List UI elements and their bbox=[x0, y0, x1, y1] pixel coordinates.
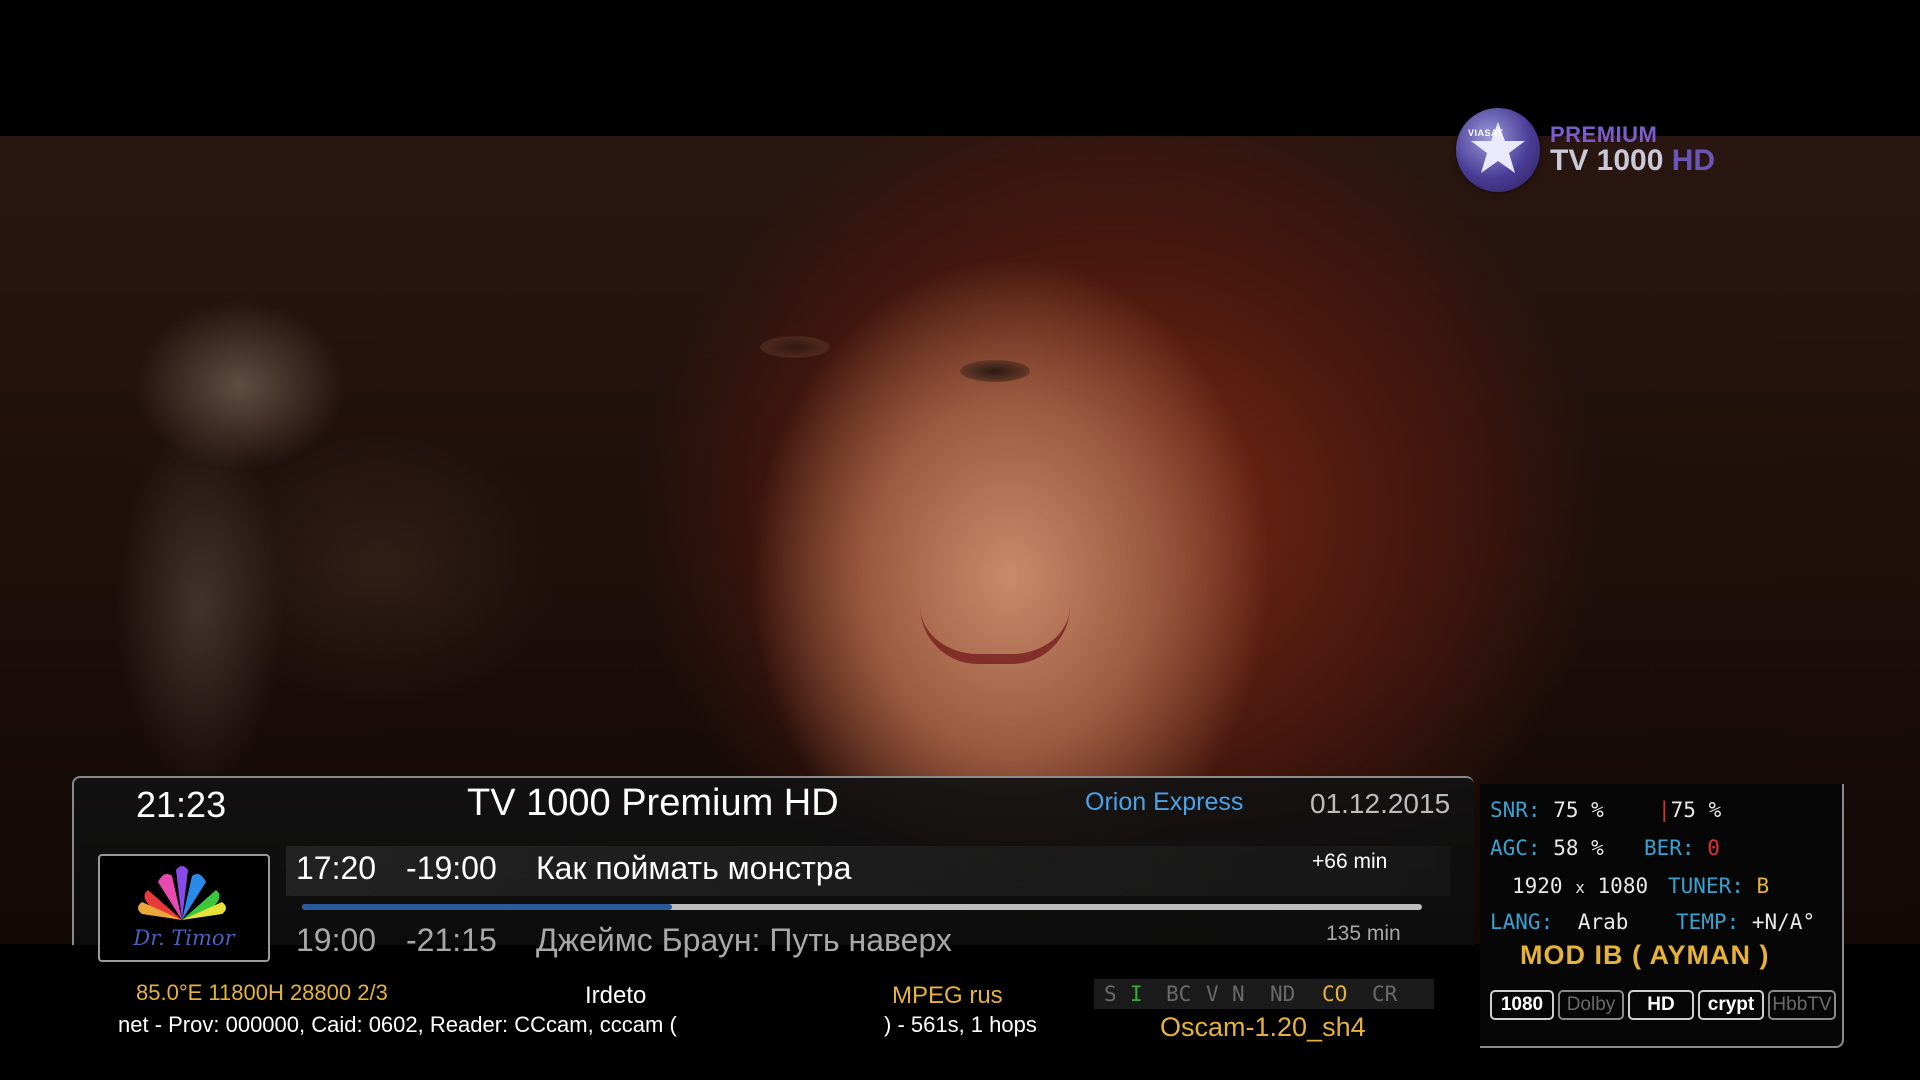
viasat-star-icon: VIASAT bbox=[1456, 108, 1540, 192]
signal-panel: SNR: 75 % |75 % AGC: 58 % BER: 0 1920 x … bbox=[1480, 784, 1844, 1048]
tuner-row: TUNER: B bbox=[1668, 874, 1769, 898]
mod-credit: MOD IB ( AYMAN ) bbox=[1520, 940, 1770, 970]
lang-value: Arab bbox=[1577, 910, 1629, 934]
logo-channel-text: TV 1000 HD bbox=[1550, 144, 1715, 178]
picon-text: Dr. Timor bbox=[133, 926, 235, 950]
event-progress-bar bbox=[302, 904, 1422, 910]
satellite-name: Orion Express bbox=[1085, 788, 1244, 816]
ca-system: Irdeto bbox=[585, 982, 647, 1009]
snr-value-2: 75 % bbox=[1670, 798, 1722, 822]
video-detail bbox=[760, 336, 830, 358]
date: 01.12.2015 bbox=[1310, 788, 1451, 819]
ca-flag: CR bbox=[1372, 982, 1398, 1006]
resolution-row: 1920 x 1080 bbox=[1512, 874, 1648, 898]
resolution-width: 1920 bbox=[1512, 874, 1563, 898]
logo-hd-text: HD bbox=[1671, 144, 1716, 177]
tuner-value: B bbox=[1756, 874, 1770, 898]
ecm-info-right: ) - 561s, 1 hops bbox=[884, 1012, 1037, 1037]
video-detail bbox=[960, 360, 1030, 382]
snr-label: SNR: bbox=[1490, 798, 1541, 822]
agc-label: AGC: bbox=[1490, 836, 1541, 860]
ber-label: BER: bbox=[1644, 836, 1695, 860]
tuner-label: TUNER: bbox=[1668, 874, 1744, 898]
agc-value: 58 % bbox=[1553, 836, 1604, 860]
ca-flag: I bbox=[1130, 982, 1143, 1006]
snr-row-2: |75 % bbox=[1658, 798, 1721, 822]
transponder-info: 85.0°E 11800H 28800 2/3 bbox=[136, 980, 388, 1005]
ecm-info-left: net - Prov: 000000, Caid: 0602, Reader: … bbox=[118, 1012, 677, 1037]
badge-hd: HD bbox=[1628, 990, 1694, 1020]
ber-value: 0 bbox=[1707, 836, 1720, 860]
viasat-brand-text: VIASAT bbox=[1468, 128, 1504, 138]
badge-dolby: Dolby bbox=[1558, 990, 1624, 1020]
channel-logo: VIASAT PREMIUM TV 1000 HD bbox=[1456, 108, 1786, 194]
ca-flag: CO bbox=[1322, 982, 1348, 1006]
audio-track: MPEG rus bbox=[892, 982, 1003, 1009]
ca-flag: S bbox=[1104, 982, 1117, 1006]
ca-flag: ND bbox=[1270, 982, 1296, 1006]
epg-next-end: -21:15 bbox=[406, 922, 497, 958]
snr-marker: | bbox=[1658, 798, 1671, 822]
epg-now-start: 17:20 bbox=[296, 850, 377, 886]
epg-now-title: Как поймать монстра bbox=[536, 850, 852, 886]
lang-row: LANG: Arab bbox=[1490, 910, 1628, 934]
infobar: 21:23 TV 1000 Premium HD Orion Express 0… bbox=[0, 770, 1920, 1080]
resolution-x: x bbox=[1575, 878, 1585, 897]
temp-value: +N/A° bbox=[1751, 910, 1816, 934]
channel-name: TV 1000 Premium HD bbox=[467, 782, 839, 824]
ca-flag: V bbox=[1206, 982, 1219, 1006]
epg-next-start: 19:00 bbox=[296, 922, 377, 958]
logo-channel-name: TV 1000 bbox=[1550, 144, 1664, 177]
snr-row: SNR: 75 % bbox=[1490, 798, 1604, 822]
cam-name: Oscam-1.20_sh4 bbox=[1160, 1012, 1366, 1042]
agc-row: AGC: 58 % bbox=[1490, 836, 1604, 860]
ca-flag: N bbox=[1232, 982, 1245, 1006]
peacock-icon bbox=[138, 866, 226, 920]
channel-picon: Dr. Timor bbox=[98, 854, 270, 962]
epg-next-title: Джеймс Браун: Путь наверх bbox=[536, 922, 952, 958]
ecm-info: net - Prov: 000000, Caid: 0602, Reader: … bbox=[118, 1012, 677, 1038]
badge-hbbtv: HbbTV bbox=[1768, 990, 1836, 1020]
epg-next-duration: 135 min bbox=[1326, 922, 1401, 945]
temp-row: TEMP: +N/A° bbox=[1676, 910, 1815, 934]
clock: 21:23 bbox=[136, 784, 227, 825]
temp-label: TEMP: bbox=[1676, 910, 1740, 934]
snr-value: 75 % bbox=[1553, 798, 1604, 822]
video-detail bbox=[920, 606, 1070, 664]
ber-row: BER: 0 bbox=[1644, 836, 1720, 860]
event-progress-fill bbox=[302, 904, 672, 910]
epg-now-remaining: +66 min bbox=[1312, 850, 1388, 873]
ca-flags: S I BC V N ND CO CR bbox=[1094, 979, 1434, 1009]
ca-flag: BC bbox=[1166, 982, 1192, 1006]
epg-now-end: -19:00 bbox=[406, 850, 497, 886]
lang-label: LANG: bbox=[1490, 910, 1554, 934]
resolution-height: 1080 bbox=[1597, 874, 1649, 898]
badge-crypt: crypt bbox=[1698, 990, 1764, 1020]
badge-1080: 1080 bbox=[1490, 990, 1554, 1020]
